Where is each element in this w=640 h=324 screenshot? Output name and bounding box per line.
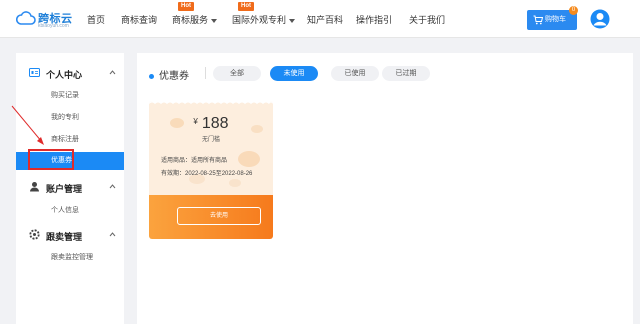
use-coupon-button[interactable]: 去使用 [177,207,261,225]
sidebar: 个人中心 购买记录 我的专利 商标注册 优惠券 账户管理 个人信息 跟卖管理 跟… [16,53,124,324]
profile-card-icon [29,68,40,77]
sidebar-section-personal-center[interactable]: 个人中心 [16,65,124,81]
chevron-down-icon [289,18,296,23]
tab-used[interactable]: 已使用 [331,66,379,81]
hot-badge: Hot [238,2,254,11]
chevron-up-icon [109,184,116,189]
coupon-body: ¥188 无门槛 适用商品：适用所有商品 有效期：2022-08-25至2022… [149,101,273,195]
nav-ip-wiki[interactable]: 知产百科 [307,13,343,26]
cart-icon [533,15,543,25]
page-title-text: 优惠券 [159,71,189,82]
nav-trademark-services[interactable]: 商标服务 [172,13,218,26]
chevron-up-icon [109,232,116,237]
chevron-down-icon [211,18,218,23]
nav-label: 商标服务 [172,15,209,25]
coupon-amount: ¥188 [149,115,273,133]
nav-guide[interactable]: 操作指引 [356,13,392,26]
sidebar-item-my-patents[interactable]: 我的专利 [16,109,124,127]
section-title: 个人中心 [46,70,83,80]
logo-domain: kbiaoyun.com [38,23,69,29]
top-header: 跨标云 kbiaoyun.com 首页 商标查询 Hot 商标服务 Hot 国际… [0,0,640,38]
tab-unused[interactable]: 未使用 [270,66,318,81]
tab-expired[interactable]: 已过期 [382,66,430,81]
section-title: 账户管理 [46,184,83,194]
cart-label: 购物车 [545,16,566,23]
nav-trademark-search[interactable]: 商标查询 [121,13,157,26]
site-logo[interactable]: 跨标云 kbiaoyun.com [16,8,74,30]
page-title: 优惠券 [149,67,189,82]
nav-about[interactable]: 关于我们 [409,13,445,26]
title-dot-icon [149,73,154,79]
section-title: 跟卖管理 [46,232,83,242]
user-avatar-icon[interactable] [590,9,610,29]
coupon-panel: 优惠券 全部 未使用 已使用 已过期 ¥188 无门槛 适用商品：适用所有商品 … [137,53,633,324]
coupon-footer: 去使用 [149,195,273,239]
coupon-scope: 适用商品：适用所有商品 [161,158,228,164]
sidebar-item-coupons[interactable]: 优惠券 [16,152,124,170]
sidebar-section-account-management[interactable]: 账户管理 [16,179,124,195]
coupon-validity: 有效期：2022-08-25至2022-08-26 [161,171,253,177]
sidebar-item-purchase-records[interactable]: 购买记录 [16,87,124,105]
user-icon [30,182,39,192]
coupon-value: 188 [201,115,229,132]
sidebar-section-follow-sell-management[interactable]: 跟卖管理 [16,227,124,243]
divider [205,67,206,79]
nav-home[interactable]: 首页 [87,13,105,26]
hot-badge: Hot [178,2,194,11]
chevron-up-icon [109,70,116,75]
cloud-logo-icon [16,11,36,25]
sidebar-item-follow-sell-monitoring[interactable]: 跟卖监控管理 [16,249,124,267]
currency-symbol: ¥ [193,117,198,126]
coupon-card: ¥188 无门槛 适用商品：适用所有商品 有效期：2022-08-25至2022… [149,101,273,239]
nav-label: 国际外观专利 [232,15,287,25]
nav-intl-design-patent[interactable]: 国际外观专利 [232,13,296,26]
coupon-threshold: 无门槛 [201,137,220,143]
tab-all[interactable]: 全部 [213,66,261,81]
sidebar-item-personal-info[interactable]: 个人信息 [16,202,124,220]
cart-count-badge: 0 [569,6,578,15]
settings-icon [29,229,40,240]
sidebar-item-trademark-registration[interactable]: 商标注册 [16,131,124,149]
